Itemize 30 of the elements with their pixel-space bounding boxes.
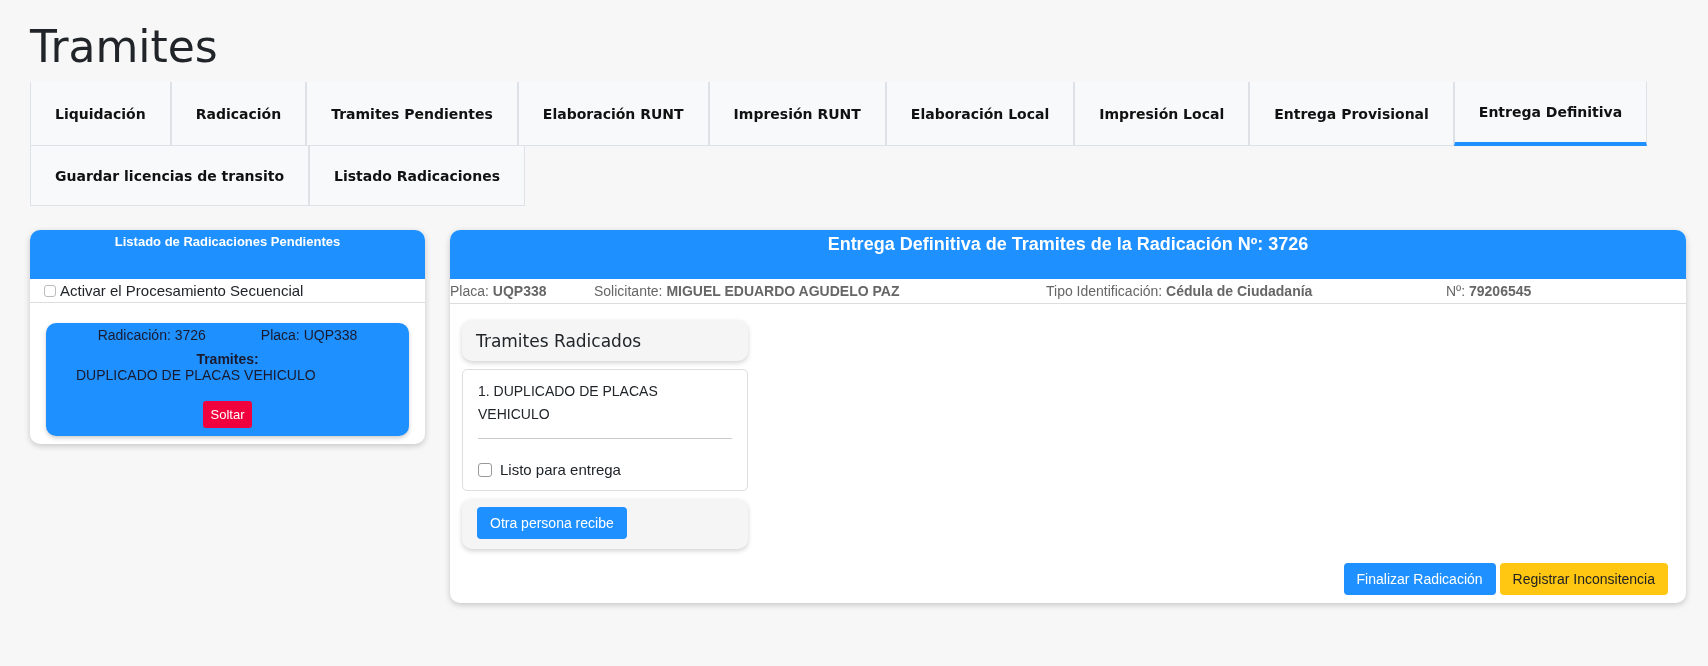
plate-text: Placa: UQP338 [260,327,358,343]
tramite-text: DUPLICADO DE PLACAS VEHICULO [76,367,316,383]
action-button[interactable]: Registrar Inconsitencia [1499,563,1668,595]
info-field: Solicitante: MIGUEL EDUARDO AGUDELO PAZ [594,283,1046,299]
tab[interactable]: Tramites Pendientes [306,82,518,146]
release-button[interactable]: Soltar [202,401,253,428]
radicacion-number: Radicación: 3726 [97,327,206,343]
tab[interactable]: Listado Radicaciones [309,146,526,206]
checkbox-label: Listo para entrega [500,461,621,478]
tab[interactable]: Liquidación [30,82,171,146]
tab[interactable]: Elaboración Local [885,82,1075,146]
tab[interactable]: Impresión Local [1074,82,1250,146]
tab[interactable]: Guardar licencias de transito [30,146,309,206]
tab[interactable]: Impresión RUNT [708,82,886,146]
panel-title: Listado de Radicaciones Pendientes [114,234,341,249]
tab[interactable]: Entrega Definitiva [1453,82,1648,146]
checkbox[interactable] [44,284,56,297]
checkbox[interactable] [478,462,492,477]
checkbox-label: Activar el Procesamiento Secuencial [60,282,304,299]
section-title: Tramites Radicados [476,331,642,351]
tramites-label: Tramites: [196,351,259,367]
tramite-name: 1. DUPLICADO DE PLACAS VEHICULO [478,382,659,424]
tab[interactable]: Entrega Provisional [1249,82,1454,146]
page-title: Tramites [30,20,219,74]
tab[interactable]: Radicación [170,82,307,146]
info-field: Tipo Identificación: Cédula de Ciudadanía [1046,283,1446,299]
info-field: Placa: UQP338 [450,283,594,299]
panel-title: Entrega Definitiva de Tramites de la Radicación Nº: 3726 [827,234,1309,255]
info-field: Nº: 79206545 [1446,283,1532,299]
tab[interactable]: Elaboración RUNT [517,82,709,146]
